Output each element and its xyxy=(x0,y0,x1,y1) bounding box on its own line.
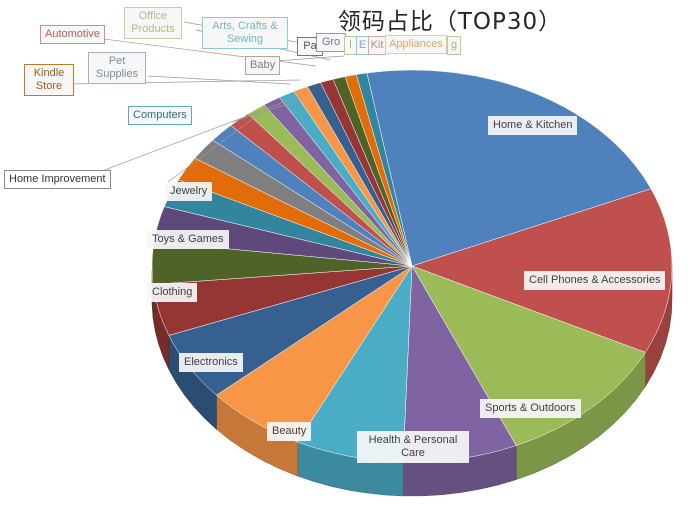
slice-label-jewelry: Jewelry xyxy=(165,182,213,201)
slice-label-kindle-store: Kindle Store xyxy=(24,64,74,96)
slice-label-kitchen-dining: Kit xyxy=(368,36,386,55)
slice-label-computers: Computers xyxy=(128,106,192,125)
slice-label-sports-outdoors: Sports & Outdoors xyxy=(480,399,581,418)
slice-label-electronics: Electronics xyxy=(179,353,243,372)
slice-label-home-improvement: Home Improvement xyxy=(4,170,111,189)
leader-line-3 xyxy=(147,75,291,85)
slice-label-beauty: Beauty xyxy=(267,422,312,441)
slice-label-pet-supplies: Pet Supplies xyxy=(88,52,146,84)
slice-label-health-personal-care: Health & Personal Care xyxy=(357,431,469,463)
chart-title: 领码占比（TOP30） xyxy=(337,9,563,35)
slice-label-automotive: Automotive xyxy=(40,25,106,44)
slice-label-appliances: Appliances xyxy=(385,35,447,54)
slice-label-baby: Baby xyxy=(245,56,281,75)
chart-canvas: 领码占比（TOP30） Home & Kitchen Cell Phones &… xyxy=(0,0,688,524)
slice-label-luggage: g xyxy=(447,36,461,55)
slice-label-grocery-gourmet-food: Gro xyxy=(316,33,346,52)
pie-top-faces xyxy=(151,69,673,463)
slice-label-toys-games: Toys & Games xyxy=(147,230,229,249)
slice-label-arts-crafts-sewing: Arts, Crafts & Sewing xyxy=(202,17,288,49)
slice-label-home-kitchen: Home & Kitchen xyxy=(488,116,578,135)
slice-label-clothing: Clothing xyxy=(147,283,198,302)
slice-label-cell-phones: Cell Phones & Accessories xyxy=(524,271,666,290)
slice-label-office-products: Office Products xyxy=(124,7,182,39)
